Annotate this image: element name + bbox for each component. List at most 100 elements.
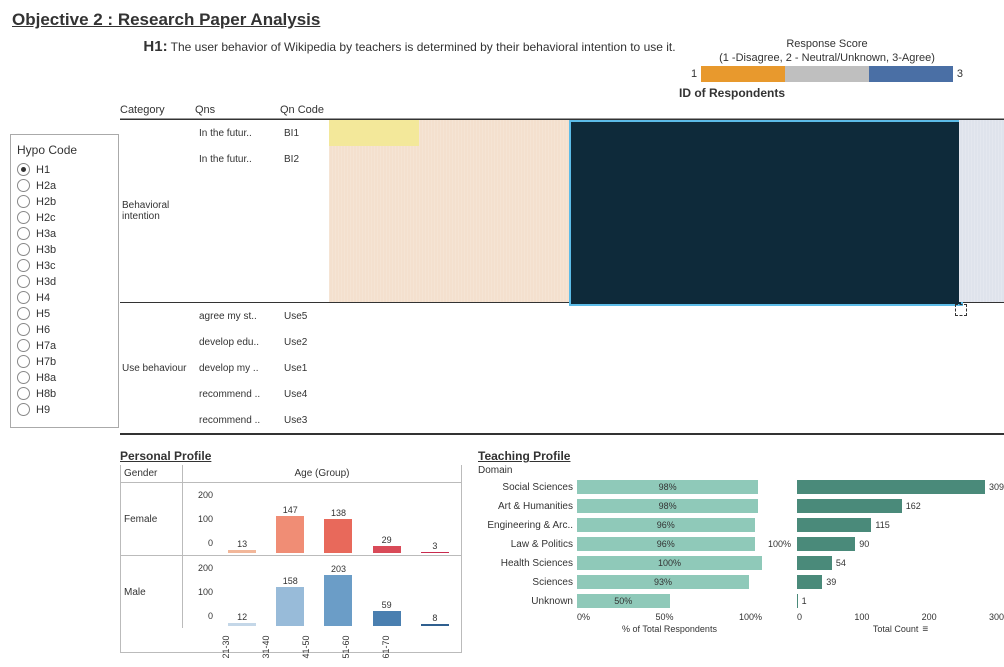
pct-bar[interactable]: 100% [577,556,762,570]
radio-icon[interactable] [17,195,30,208]
hypo-option-H3a[interactable]: H3a [17,227,112,240]
radio-icon[interactable] [17,371,30,384]
bar[interactable]: 12 [222,612,262,626]
count-bar[interactable] [797,518,871,532]
bar[interactable]: 13 [222,539,262,553]
hypo-label: H8a [36,372,56,384]
radio-icon[interactable] [17,339,30,352]
bar[interactable]: 138 [318,508,358,554]
hypo-label: H9 [36,404,50,416]
hypo-option-H2c[interactable]: H2c [17,211,112,224]
bar[interactable]: 29 [367,535,407,553]
radio-icon[interactable] [17,259,30,272]
pct-bar[interactable]: 98% [577,480,758,494]
hypo-option-H6[interactable]: H6 [17,323,112,336]
radio-icon[interactable] [17,291,30,304]
heatmap-area[interactable] [329,120,1004,302]
sort-icon[interactable]: ≡ [922,624,928,635]
hypo-option-H2a[interactable]: H2a [17,179,112,192]
bar-value: 13 [237,539,247,549]
legend-seg-1 [701,66,785,82]
y-tick: 200 [183,490,213,500]
hypo-option-H7a[interactable]: H7a [17,339,112,352]
count-value: 54 [836,558,846,568]
count-bar[interactable] [797,499,902,513]
hypo-option-H5[interactable]: H5 [17,307,112,320]
hypo-option-H7b[interactable]: H7b [17,355,112,368]
hypo-label: H3a [36,228,56,240]
radio-icon[interactable] [17,387,30,400]
table-row: In the futur..BI1 [199,120,329,146]
hypo-option-H8a[interactable]: H8a [17,371,112,384]
domain-label: Law & Politics [478,539,577,550]
radio-icon[interactable] [17,227,30,240]
hypo-label: H3b [36,244,56,256]
bar-value: 158 [283,576,298,586]
cnt-tick: 300 [989,612,1004,622]
pct-bar[interactable]: 96% [577,537,755,551]
domain-row: Health Sciences100%54 [478,554,1004,572]
hypo-option-H1[interactable]: H1 [17,163,112,176]
qns-cell: In the futur.. [199,154,284,165]
radio-icon[interactable] [17,355,30,368]
ref-label: 100% [762,539,797,549]
pct-bar[interactable]: 93% [577,575,749,589]
hypo-option-H9[interactable]: H9 [17,403,112,416]
hypo-option-H4[interactable]: H4 [17,291,112,304]
bar[interactable]: 59 [367,600,407,626]
selection-handle[interactable] [955,304,967,316]
bar[interactable]: 203 [318,564,358,626]
bar[interactable]: 147 [270,505,310,553]
hypo-option-H8b[interactable]: H8b [17,387,112,400]
radio-icon[interactable] [17,307,30,320]
hypo-option-H3b[interactable]: H3b [17,243,112,256]
pct-tick: 50% [655,612,673,622]
bar[interactable]: 158 [270,576,310,627]
radio-icon[interactable] [17,275,30,288]
pct-bar[interactable]: 96% [577,518,755,532]
bar[interactable]: 8 [415,613,455,626]
pct-axis-label: % of Total Respondents [577,624,762,635]
domain-label: Sciences [478,577,577,588]
radio-icon[interactable] [17,211,30,224]
hdr-qns: Qns [195,104,280,116]
gender-label: Male [121,556,183,628]
personal-title: Personal Profile [120,449,462,463]
count-value: 162 [906,501,921,511]
hypo-option-H2b[interactable]: H2b [17,195,112,208]
pct-bar[interactable]: 98% [577,499,758,513]
table-header: Category Qns Qn Code [120,102,1004,119]
bar[interactable]: 3 [415,541,455,553]
count-bar[interactable] [797,556,832,570]
radio-icon[interactable] [17,243,30,256]
table-row: develop my ..Use1 [199,355,329,381]
bar-value: 59 [382,600,392,610]
hypo-option-H3c[interactable]: H3c [17,259,112,272]
cnt-tick: 200 [922,612,937,622]
hypo-label: H4 [36,292,50,304]
count-bar[interactable] [797,594,798,608]
personal-panel: Gender Age (Group) Female200100013147138… [120,465,462,653]
count-bar[interactable] [797,575,822,589]
x-tick: 61-70 [381,627,391,667]
hypo-label: H5 [36,308,50,320]
radio-icon[interactable] [17,403,30,416]
radio-icon[interactable] [17,163,30,176]
radio-icon[interactable] [17,179,30,192]
teaching-title: Teaching Profile [478,449,1004,463]
count-bar[interactable] [797,480,985,494]
hypo-label: H8b [36,388,56,400]
bar-value: 138 [331,508,346,518]
hypothesis-block: H1: The user behavior of Wikipedia by te… [132,38,687,55]
x-tick: 31-40 [261,627,271,667]
count-bar[interactable] [797,537,855,551]
hdr-category: Category [120,104,195,116]
hypo-label: H3c [36,260,56,272]
hypo-option-H3d[interactable]: H3d [17,275,112,288]
domain-row: Sciences93%39 [478,573,1004,591]
bar-value: 147 [283,505,298,515]
count-value: 115 [875,520,889,530]
radio-icon[interactable] [17,323,30,336]
table-row: agree my st..Use5 [199,303,329,329]
pct-bar[interactable]: 50% [577,594,670,608]
